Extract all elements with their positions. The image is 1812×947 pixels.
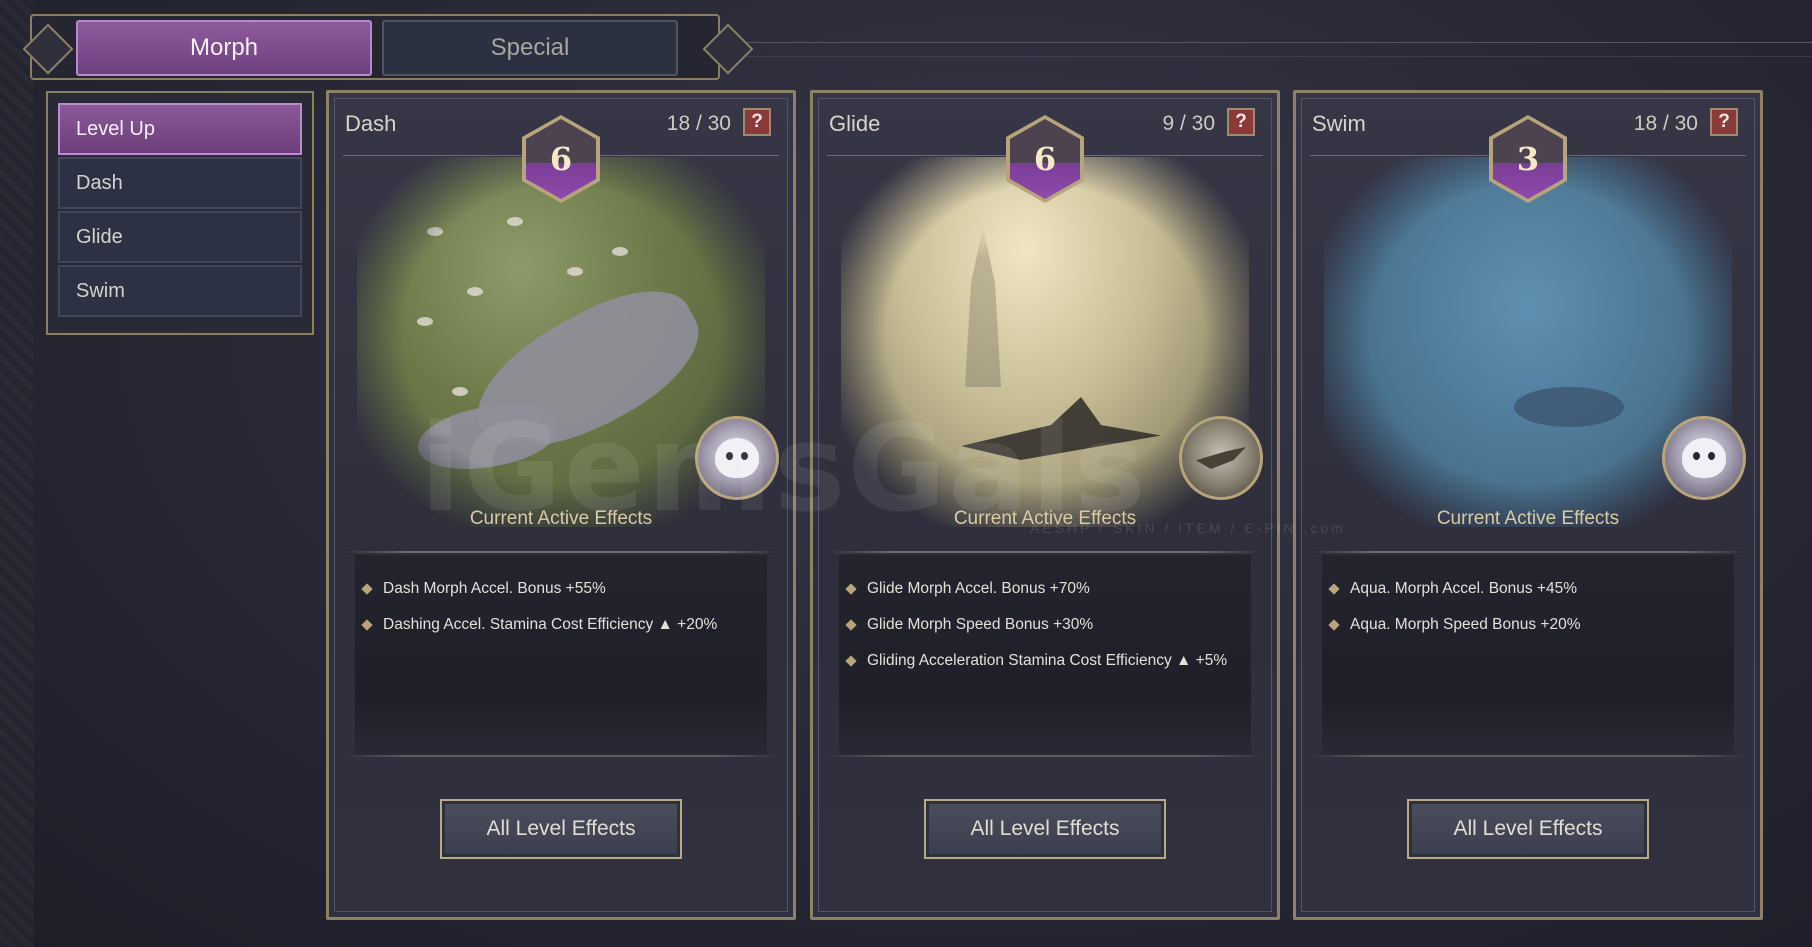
card-progress: 18 / 30: [1633, 112, 1698, 135]
bird-silhouette: [1196, 447, 1246, 469]
divider: [1310, 551, 1746, 553]
level-value: 3: [1493, 119, 1563, 199]
effect-item: Dash Morph Accel. Bonus +55%: [361, 571, 773, 607]
level-value: 6: [526, 119, 596, 199]
diamond-bullet-icon: [1328, 619, 1340, 631]
divider: [827, 551, 1263, 553]
diamond-bullet-icon: [361, 619, 373, 631]
card-progress: 9 / 30: [1162, 112, 1215, 135]
effect-text: Glide Morph Accel. Bonus +70%: [867, 580, 1090, 597]
swimming-creature-figure: [1514, 387, 1624, 427]
header-divider: [745, 56, 1812, 57]
tab-morph[interactable]: Morph: [76, 20, 372, 76]
all-level-effects-button[interactable]: All Level Effects: [1407, 799, 1649, 859]
rock: [417, 317, 433, 326]
effects-list: Aqua. Morph Accel. Bonus +45% Aqua. Morp…: [1328, 571, 1740, 643]
sidebar-item-swim[interactable]: Swim: [58, 265, 302, 317]
effect-text: Dash Morph Accel. Bonus +55%: [383, 580, 606, 597]
effect-item: Glide Morph Accel. Bonus +70%: [845, 571, 1257, 607]
divider: [343, 755, 779, 757]
side-pattern-decoration: [0, 0, 34, 947]
sidebar-item-level-up[interactable]: Level Up: [58, 103, 302, 155]
divider: [343, 551, 779, 553]
avatar-face: [1682, 438, 1726, 478]
effect-text: Gliding Acceleration Stamina Cost Effici…: [867, 652, 1228, 669]
help-button[interactable]: ?: [1227, 108, 1255, 136]
effects-title: Current Active Effects: [469, 508, 653, 529]
help-button[interactable]: ?: [743, 108, 771, 136]
diamond-bullet-icon: [845, 655, 857, 667]
sidebar-menu: Level Up Dash Glide Swim: [46, 91, 314, 335]
diamond-bullet-icon: [845, 619, 857, 631]
effect-item: Aqua. Morph Accel. Bonus +45%: [1328, 571, 1740, 607]
effect-text: Dashing Accel. Stamina Cost Efficiency ▲…: [383, 616, 718, 633]
card-title: Glide: [829, 111, 881, 136]
card-progress: 18 / 30: [666, 112, 731, 135]
diamond-bullet-icon: [361, 583, 373, 595]
effect-text: Aqua. Morph Speed Bonus +20%: [1350, 616, 1581, 633]
diamond-bullet-icon: [845, 583, 857, 595]
effect-item: Glide Morph Speed Bonus +30%: [845, 607, 1257, 643]
effect-item: Dashing Accel. Stamina Cost Efficiency ▲…: [361, 607, 773, 643]
morph-card-glide: Glide 9 / 30 ? 6 Current Active Effects …: [810, 90, 1280, 920]
divider: [827, 755, 1263, 757]
sidebar-item-glide[interactable]: Glide: [58, 211, 302, 263]
effect-item: Gliding Acceleration Stamina Cost Effici…: [845, 643, 1257, 679]
tower-silhouette: [965, 227, 1001, 387]
rock: [507, 217, 523, 226]
effects-list: Dash Morph Accel. Bonus +55% Dashing Acc…: [361, 571, 773, 643]
rock: [567, 267, 583, 276]
divider: [1310, 755, 1746, 757]
tab-special[interactable]: Special: [382, 20, 678, 76]
help-button[interactable]: ?: [1710, 108, 1738, 136]
sidebar-item-dash[interactable]: Dash: [58, 157, 302, 209]
snow-leopard-icon: [695, 416, 779, 500]
morph-card-swim: Swim 18 / 30 ? 3 Current Active Effects …: [1293, 90, 1763, 920]
rock: [427, 227, 443, 236]
rock: [452, 387, 468, 396]
all-level-effects-button[interactable]: All Level Effects: [924, 799, 1166, 859]
diamond-bullet-icon: [1328, 583, 1340, 595]
rock: [467, 287, 483, 296]
watermark-subtext: AESHP / SKIN / ITEM / E-PIN .com: [1030, 520, 1346, 536]
rock: [612, 247, 628, 256]
avatar-face: [715, 438, 759, 478]
snow-leopard-tail: [412, 395, 562, 479]
effect-item: Aqua. Morph Speed Bonus +20%: [1328, 607, 1740, 643]
card-title: Dash: [345, 111, 397, 136]
header-divider: [745, 42, 1812, 43]
effects-list: Glide Morph Accel. Bonus +70% Glide Morp…: [845, 571, 1257, 679]
seal-pup-icon: [1662, 416, 1746, 500]
effect-text: Glide Morph Speed Bonus +30%: [867, 616, 1094, 633]
all-level-effects-button[interactable]: All Level Effects: [440, 799, 682, 859]
effect-text: Aqua. Morph Accel. Bonus +45%: [1350, 580, 1578, 597]
bird-figure: [961, 397, 1161, 460]
level-value: 6: [1010, 119, 1080, 199]
tab-bar: Morph Special: [8, 10, 754, 80]
morph-card-dash: Dash 18 / 30 ? 6 Current Active Effects …: [326, 90, 796, 920]
card-title: Swim: [1312, 111, 1366, 136]
effects-title: Current Active Effects: [1436, 508, 1620, 529]
bird-icon: [1179, 416, 1263, 500]
